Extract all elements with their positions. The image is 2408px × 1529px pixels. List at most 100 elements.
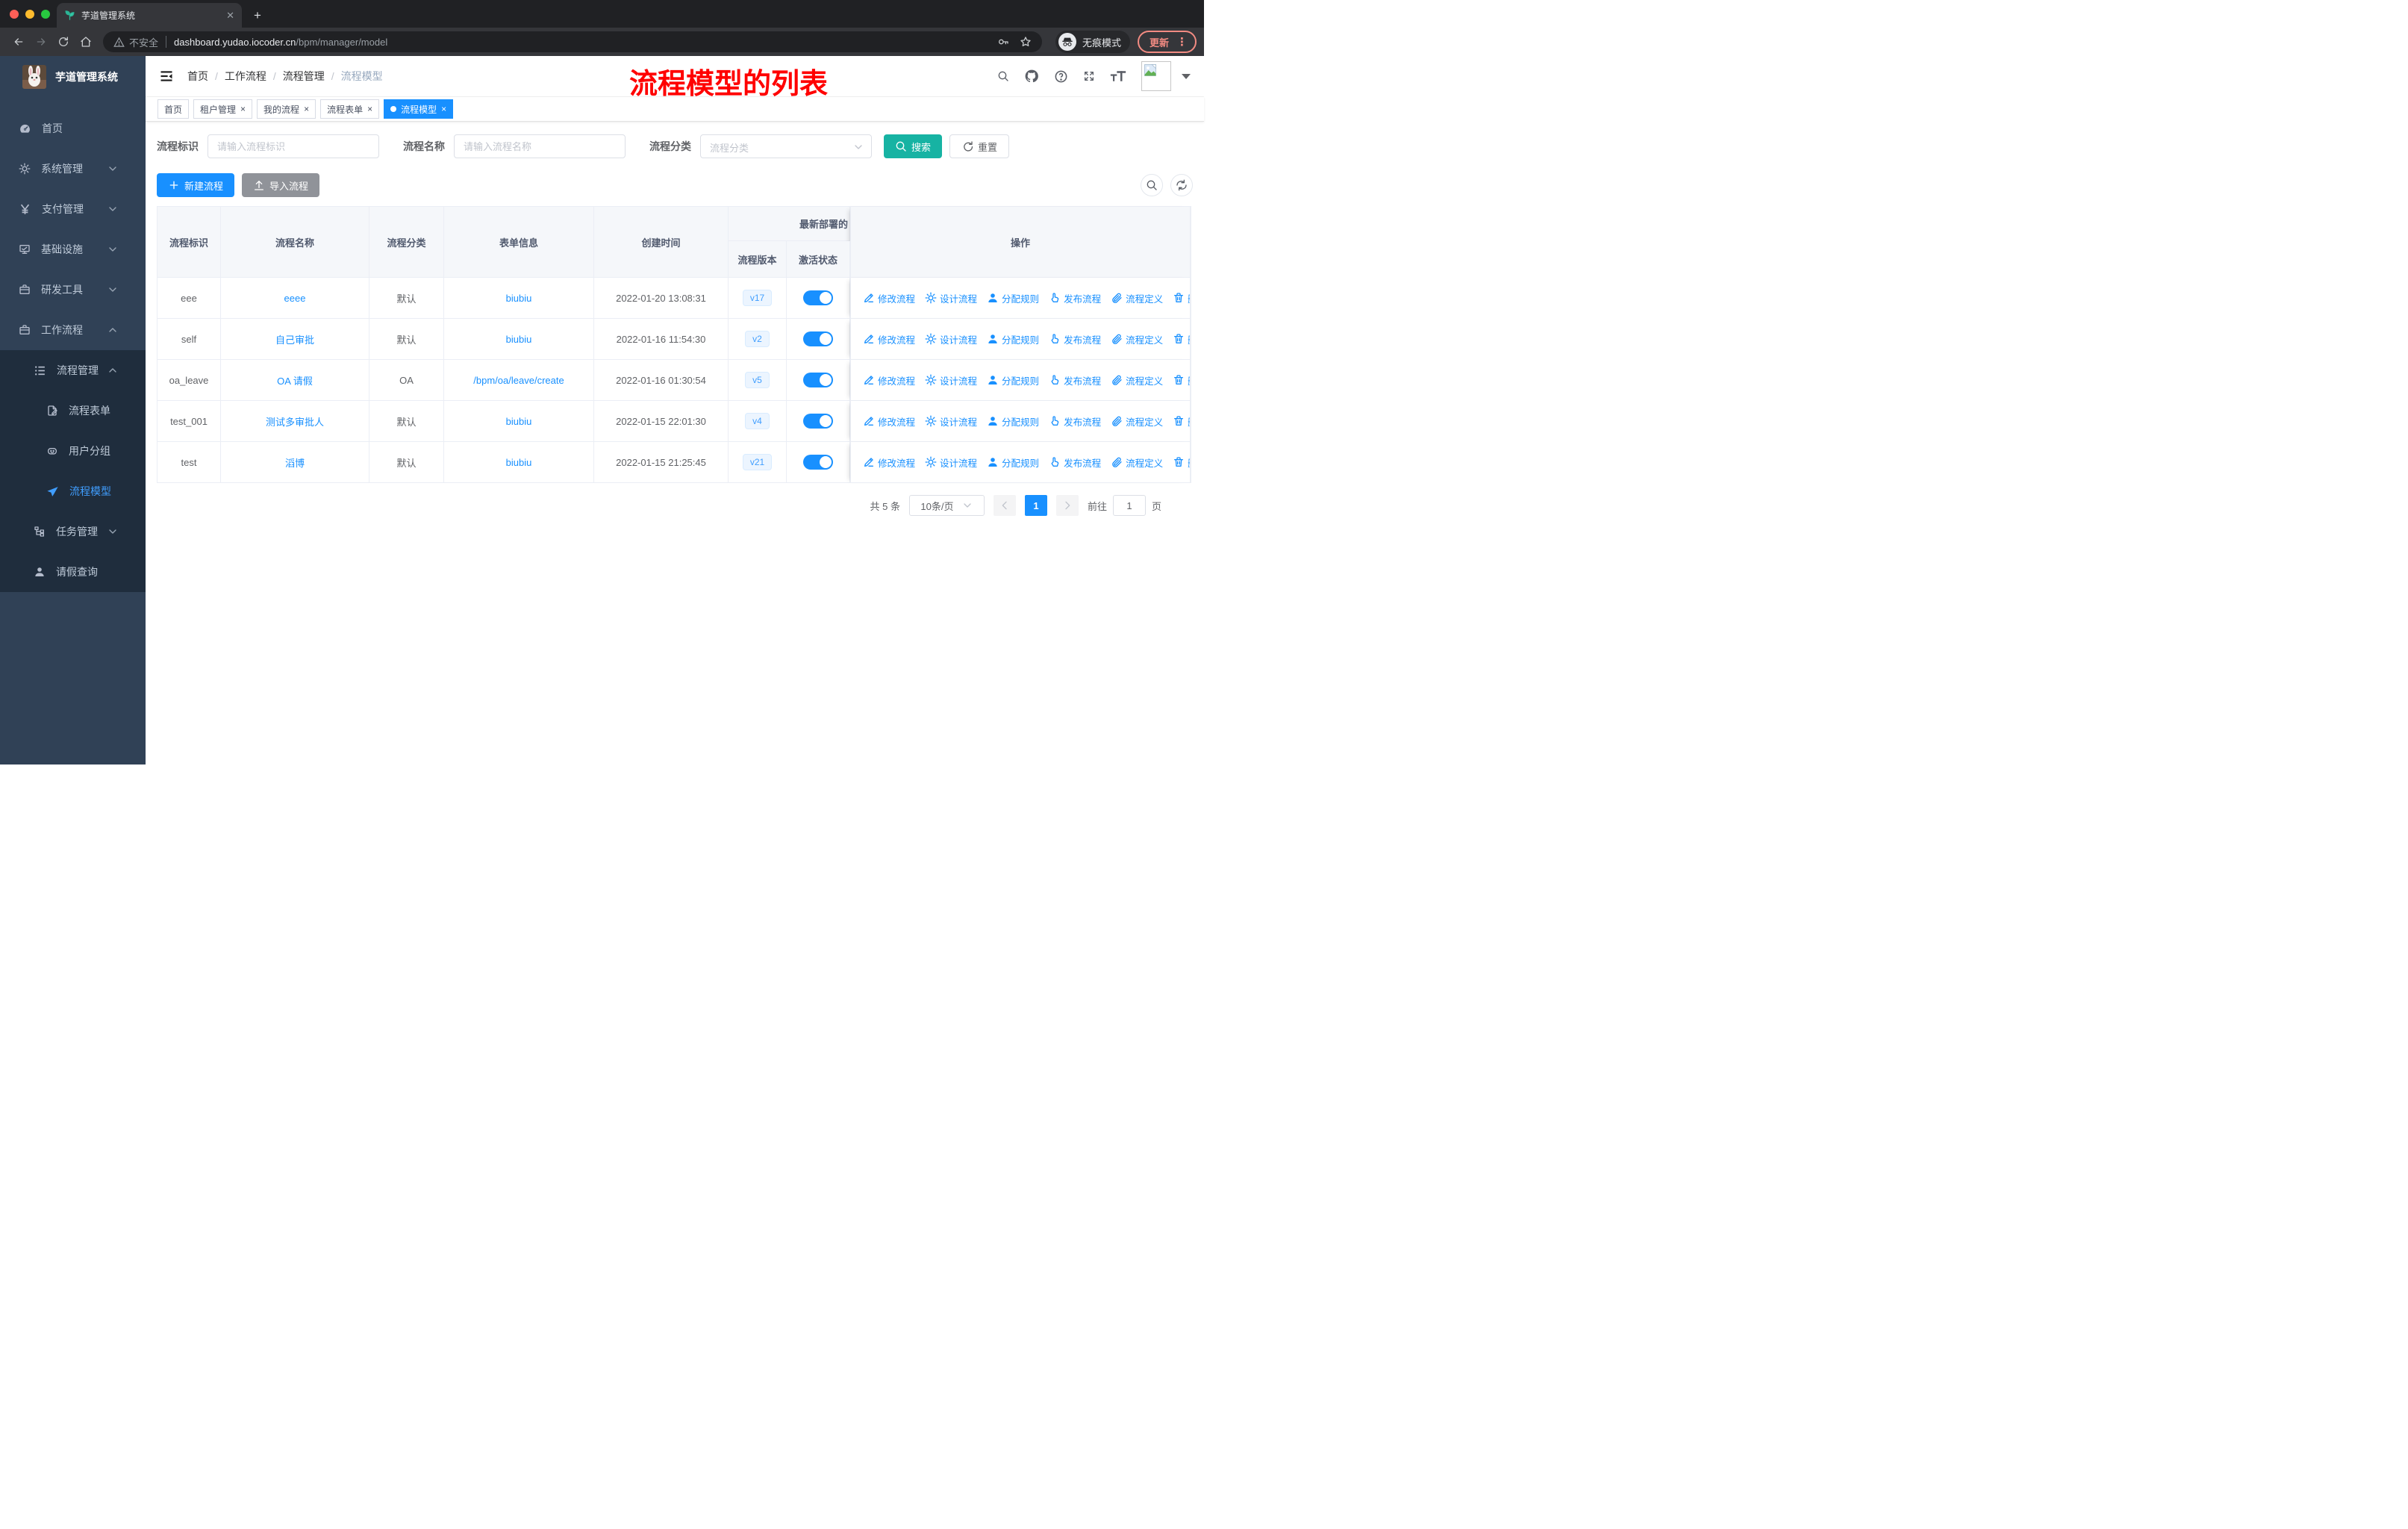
refresh-table-button[interactable]: [1170, 174, 1193, 196]
version-tag[interactable]: v17: [742, 290, 773, 306]
tag-close-icon[interactable]: ×: [441, 104, 446, 114]
active-toggle[interactable]: [803, 373, 833, 387]
action-definition-link[interactable]: 流程定义: [1111, 414, 1163, 429]
action-edit-link[interactable]: 修改流程: [863, 414, 915, 429]
create-process-button[interactable]: 新建流程: [157, 173, 235, 197]
toggle-search-button[interactable]: [1141, 174, 1163, 196]
sidebar-item-工作流程[interactable]: 工作流程: [0, 310, 146, 350]
home-button[interactable]: [75, 31, 97, 53]
font-size-icon[interactable]: [1110, 69, 1126, 83]
action-definition-link[interactable]: 流程定义: [1111, 332, 1163, 346]
tag-流程模型[interactable]: 流程模型 ×: [384, 99, 454, 119]
prev-page-button[interactable]: [993, 495, 1016, 516]
form-link[interactable]: biubiu: [506, 416, 532, 427]
sidebar-item-任务管理[interactable]: 任务管理: [0, 511, 146, 552]
process-name-input[interactable]: [454, 134, 626, 158]
action-assign-link[interactable]: 分配规则: [987, 414, 1039, 429]
sidebar-item-流程表单[interactable]: 流程表单: [0, 390, 146, 431]
action-definition-link[interactable]: 流程定义: [1111, 455, 1163, 470]
action-assign-link[interactable]: 分配规则: [987, 373, 1039, 387]
tag-租户管理[interactable]: 租户管理 ×: [193, 99, 253, 119]
breadcrumb-item[interactable]: 流程管理: [283, 69, 325, 84]
page-number-1[interactable]: 1: [1024, 495, 1047, 516]
action-delete-link[interactable]: 删除: [1173, 455, 1190, 470]
action-edit-link[interactable]: 修改流程: [863, 455, 915, 470]
action-delete-link[interactable]: 删除: [1173, 373, 1190, 387]
bookmark-star-icon[interactable]: [1020, 36, 1032, 48]
next-page-button[interactable]: [1055, 495, 1079, 516]
forward-button[interactable]: [30, 31, 52, 53]
avatar[interactable]: [1141, 61, 1171, 91]
action-edit-link[interactable]: 修改流程: [863, 332, 915, 346]
action-design-link[interactable]: 设计流程: [925, 455, 977, 470]
maximize-window-button[interactable]: [41, 10, 50, 19]
action-edit-link[interactable]: 修改流程: [863, 373, 915, 387]
action-assign-link[interactable]: 分配规则: [987, 332, 1039, 346]
model-name-link[interactable]: 测试多审批人: [266, 417, 324, 428]
sidebar-item-系统管理[interactable]: 系统管理: [0, 149, 146, 189]
tag-我的流程[interactable]: 我的流程 ×: [257, 99, 316, 119]
sidebar-item-请假查询[interactable]: 请假查询: [0, 552, 146, 592]
action-publish-link[interactable]: 发布流程: [1049, 373, 1101, 387]
header-search-icon[interactable]: [997, 70, 1009, 82]
fullscreen-icon[interactable]: [1083, 70, 1095, 82]
tag-close-icon[interactable]: ×: [304, 104, 309, 114]
browser-tab[interactable]: 芋道管理系统 ✕: [57, 3, 242, 28]
form-link[interactable]: /bpm/oa/leave/create: [473, 375, 564, 386]
tag-close-icon[interactable]: ×: [367, 104, 372, 114]
key-icon[interactable]: [997, 36, 1009, 48]
action-design-link[interactable]: 设计流程: [925, 414, 977, 429]
tag-流程表单[interactable]: 流程表单 ×: [320, 99, 380, 119]
sidebar-collapse-icon[interactable]: [159, 69, 174, 84]
import-process-button[interactable]: 导入流程: [242, 173, 320, 197]
window-controls[interactable]: [10, 10, 50, 19]
action-design-link[interactable]: 设计流程: [925, 373, 977, 387]
action-publish-link[interactable]: 发布流程: [1049, 291, 1101, 305]
tab-close-icon[interactable]: ✕: [226, 10, 234, 22]
sidebar-item-流程管理[interactable]: 流程管理: [0, 350, 146, 390]
action-delete-link[interactable]: 删除: [1173, 332, 1190, 346]
close-window-button[interactable]: [10, 10, 19, 19]
search-button[interactable]: 搜索: [884, 134, 943, 158]
model-name-link[interactable]: 滔博: [285, 458, 305, 469]
security-chip[interactable]: 不安全: [113, 35, 158, 49]
sidebar-item-首页[interactable]: 首页: [0, 108, 146, 149]
version-tag[interactable]: v4: [745, 413, 770, 429]
avatar-caret-icon[interactable]: [1182, 73, 1191, 79]
version-tag[interactable]: v21: [742, 454, 773, 470]
form-link[interactable]: biubiu: [506, 457, 532, 468]
category-select[interactable]: [700, 134, 872, 158]
page-size-select[interactable]: 10条/页: [908, 495, 985, 516]
help-icon[interactable]: [1054, 69, 1068, 84]
active-toggle[interactable]: [803, 290, 833, 305]
action-design-link[interactable]: 设计流程: [925, 291, 977, 305]
action-publish-link[interactable]: 发布流程: [1049, 414, 1101, 429]
minimize-window-button[interactable]: [25, 10, 34, 19]
action-assign-link[interactable]: 分配规则: [987, 455, 1039, 470]
action-publish-link[interactable]: 发布流程: [1049, 455, 1101, 470]
url-bar[interactable]: 不安全 dashboard.yudao.iocoder.cn/bpm/manag…: [103, 31, 1042, 52]
github-icon[interactable]: [1024, 69, 1039, 84]
reload-button[interactable]: [52, 31, 75, 53]
action-assign-link[interactable]: 分配规则: [987, 291, 1039, 305]
sidebar-item-用户分组[interactable]: 用户分组: [0, 431, 146, 471]
goto-page-input[interactable]: [1112, 495, 1146, 516]
version-tag[interactable]: v5: [745, 372, 770, 388]
active-toggle[interactable]: [803, 414, 833, 429]
browser-menu-icon[interactable]: ⋮: [1176, 35, 1188, 49]
active-toggle[interactable]: [803, 331, 833, 346]
action-delete-link[interactable]: 删除: [1173, 291, 1190, 305]
sidebar-item-支付管理[interactable]: 支付管理: [0, 189, 146, 229]
action-design-link[interactable]: 设计流程: [925, 332, 977, 346]
action-definition-link[interactable]: 流程定义: [1111, 373, 1163, 387]
update-button[interactable]: 更新 ⋮: [1137, 31, 1197, 53]
model-name-link[interactable]: eeee: [284, 293, 306, 304]
sidebar-item-流程模型[interactable]: 流程模型: [0, 471, 146, 511]
action-delete-link[interactable]: 删除: [1173, 414, 1190, 429]
process-key-input[interactable]: [208, 134, 379, 158]
model-name-link[interactable]: OA 请假: [277, 376, 313, 387]
new-tab-button[interactable]: +: [248, 6, 267, 25]
back-button[interactable]: [7, 31, 30, 53]
reset-button[interactable]: 重置: [949, 134, 1010, 158]
sidebar-item-基础设施[interactable]: 基础设施: [0, 229, 146, 270]
